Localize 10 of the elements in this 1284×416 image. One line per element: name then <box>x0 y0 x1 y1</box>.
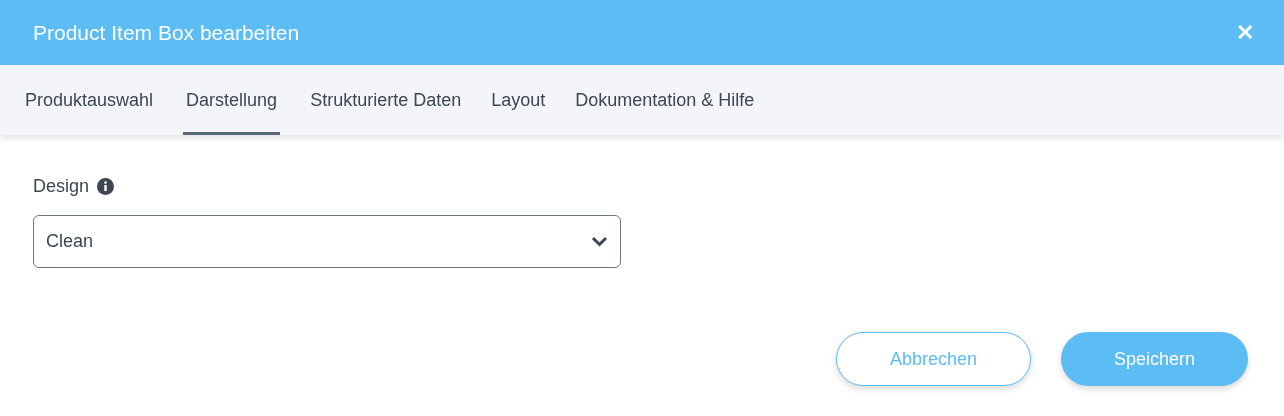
info-icon <box>97 178 115 195</box>
tab[interactable]: Darstellung <box>183 65 281 135</box>
field-label: Design <box>33 175 90 198</box>
tab[interactable]: Dokumentation & Hilfe <box>575 65 755 135</box>
tab[interactable]: Produktauswahl <box>25 65 154 135</box>
tab[interactable]: Layout <box>491 65 546 135</box>
tab[interactable]: Strukturierte Daten <box>310 65 462 135</box>
window-title: Product Item Box bearbeiten <box>33 19 300 46</box>
chevron-down-icon <box>591 236 608 247</box>
design-select[interactable]: Clean <box>33 215 621 268</box>
